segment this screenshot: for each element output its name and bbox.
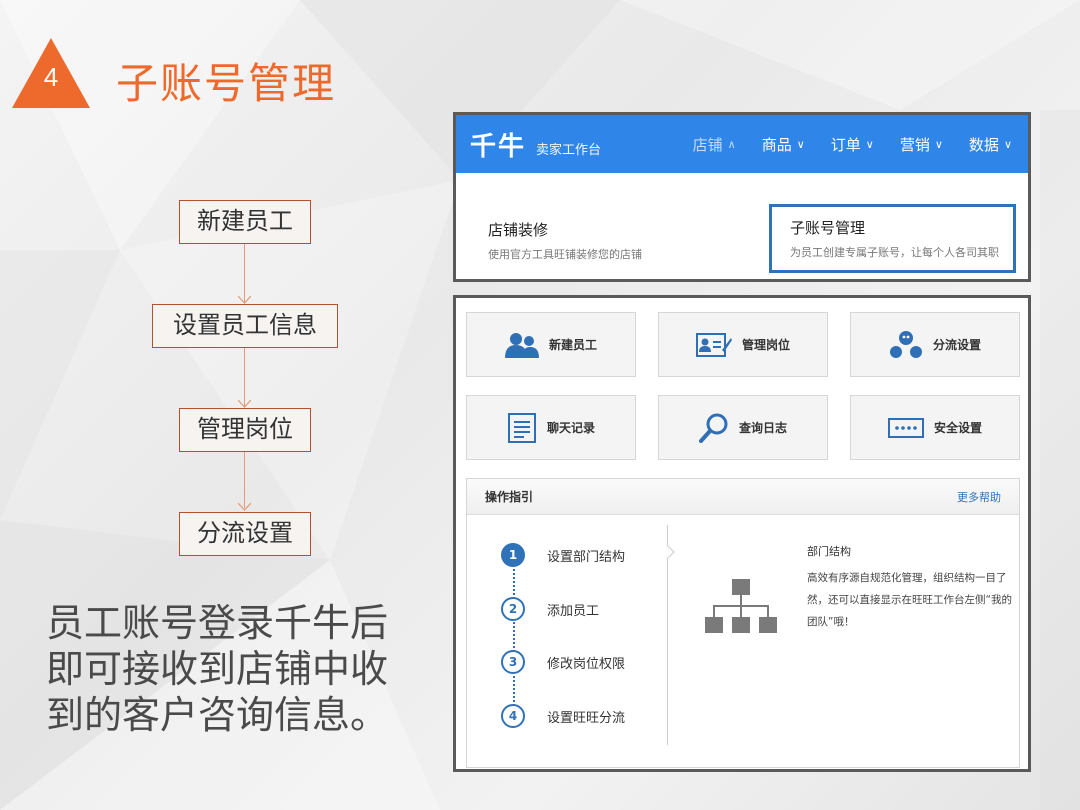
info-title: 部门结构: [807, 545, 851, 558]
info-text: 高效有序源自规范化管理，组织结构一目了然，还可以直接显示在旺旺工作台左侧“我的团…: [807, 572, 1012, 628]
guide-step[interactable]: 4 设置旺旺分流: [501, 704, 625, 728]
slide-title: 子账号管理: [116, 59, 337, 108]
operation-guide: 操作指引 更多帮助 1 设置部门结构 2 添加员工 3 修改岗位权限 4 设置旺…: [466, 478, 1020, 768]
nav-label: 订单: [830, 135, 861, 154]
password-icon: [887, 417, 924, 438]
menu-title: 子账号管理: [790, 219, 866, 237]
step-label: 设置部门结构: [547, 549, 626, 565]
nav-item-products[interactable]: 商品 ∨: [762, 134, 805, 155]
more-help-link[interactable]: 更多帮助: [957, 489, 1001, 505]
app-logo[interactable]: 千牛: [470, 126, 526, 163]
id-card-icon: [695, 332, 732, 357]
nav-item-orders[interactable]: 订单 ∨: [831, 134, 874, 155]
tile-security-settings[interactable]: 安全设置: [850, 395, 1020, 460]
nav-item-marketing[interactable]: 营销 ∨: [900, 134, 943, 155]
users-icon: [504, 332, 539, 358]
menu-store-decoration[interactable]: 店铺装修 使用官方工具旺铺装修您的店铺: [488, 219, 642, 262]
qianniu-nav-screenshot: 千牛 卖家工作台 店铺 ∧ 商品 ∨ 订单 ∨ 营销 ∨ 数据 ∨ 店铺装修 使…: [453, 112, 1031, 282]
step-label: 设置旺旺分流: [547, 710, 626, 726]
step-number: 1: [501, 543, 525, 567]
app-topbar: 千牛 卖家工作台 店铺 ∧ 商品 ∨ 订单 ∨ 营销 ∨ 数据 ∨: [456, 115, 1028, 173]
step-label: 添加员工: [547, 603, 600, 619]
tile-split-settings[interactable]: 分流设置: [850, 312, 1020, 377]
arrow-down-icon: [238, 400, 251, 408]
flow-connector: [244, 244, 245, 302]
flow-step-3: 管理岗位: [179, 408, 311, 452]
menu-title: 店铺装修: [488, 221, 549, 239]
step-label: 修改岗位权限: [547, 656, 626, 672]
nav-label: 商品: [761, 135, 792, 154]
description-line: 到的客户咨询信息。: [46, 693, 389, 737]
flow-connector: [244, 348, 245, 406]
step-number: 4: [501, 704, 525, 728]
search-icon: [698, 413, 728, 443]
description-line: 即可接收到店铺中收: [46, 647, 389, 691]
split-icon: [889, 330, 922, 358]
tile-new-employee[interactable]: 新建员工: [466, 312, 636, 377]
nav-label: 店铺: [692, 135, 723, 154]
tile-label: 安全设置: [933, 421, 982, 435]
main-nav: 店铺 ∧ 商品 ∨ 订单 ∨ 营销 ∨ 数据 ∨: [667, 115, 1012, 173]
chevron-down-icon: ∨: [1003, 137, 1012, 151]
nav-item-data[interactable]: 数据 ∨: [969, 134, 1012, 155]
guide-step[interactable]: 2 添加员工: [501, 597, 599, 621]
chevron-down-icon: ∨: [865, 137, 874, 151]
tile-label: 分流设置: [932, 338, 981, 352]
tile-label: 管理岗位: [741, 338, 790, 352]
chevron-down-icon: ∨: [934, 137, 943, 151]
flow-step-1: 新建员工: [179, 200, 311, 244]
chevron-down-icon: ∨: [796, 137, 805, 151]
step-connector: [513, 569, 515, 599]
subaccount-dashboard-screenshot: 新建员工 管理岗位 分流设置 聊天记录 查询日志 安全设置 操作指引 更多帮助 …: [453, 295, 1031, 772]
slide-number: 4: [43, 62, 59, 92]
menu-desc: 为员工创建专属子账号，让每个人各司其职: [790, 246, 999, 259]
nav-label: 营销: [899, 135, 930, 154]
arrow-down-icon: [238, 296, 251, 304]
step-connector: [513, 676, 515, 706]
guide-title: 操作指引: [485, 490, 534, 504]
flow-connector: [244, 452, 245, 508]
step-connector: [513, 622, 515, 652]
tile-manage-positions[interactable]: 管理岗位: [658, 312, 828, 377]
org-chart-icon: [705, 579, 777, 633]
guide-step[interactable]: 3 修改岗位权限: [501, 650, 625, 674]
description-text: 员工账号登录千牛后 即可接收到店铺中收 到的客户咨询信息。: [46, 600, 436, 738]
arrow-down-icon: [238, 503, 251, 511]
tile-label: 查询日志: [738, 421, 787, 435]
flow-step-4: 分流设置: [179, 512, 311, 556]
slide-number-badge: 4: [12, 38, 90, 108]
tile-label: 聊天记录: [546, 421, 595, 435]
app-subtitle: 卖家工作台: [536, 142, 602, 158]
guide-step[interactable]: 1 设置部门结构: [501, 543, 625, 567]
menu-desc: 使用官方工具旺铺装修您的店铺: [488, 248, 642, 261]
flow-step-2: 设置员工信息: [152, 304, 338, 348]
menu-subaccount-management[interactable]: 子账号管理 为员工创建专属子账号，让每个人各司其职: [769, 204, 1016, 273]
nav-label: 数据: [968, 135, 999, 154]
chevron-up-icon: ∧: [727, 137, 736, 151]
tile-query-logs[interactable]: 查询日志: [658, 395, 828, 460]
step-number: 3: [501, 650, 525, 674]
description-line: 员工账号登录千牛后: [46, 601, 389, 645]
tile-label: 新建员工: [548, 338, 597, 352]
document-icon: [507, 412, 536, 443]
tile-chat-records[interactable]: 聊天记录: [466, 395, 636, 460]
step-number: 2: [501, 597, 525, 621]
nav-item-store[interactable]: 店铺 ∧: [693, 134, 736, 155]
pointer-notch-icon: [667, 545, 675, 559]
guide-header: 操作指引 更多帮助: [467, 479, 1019, 515]
